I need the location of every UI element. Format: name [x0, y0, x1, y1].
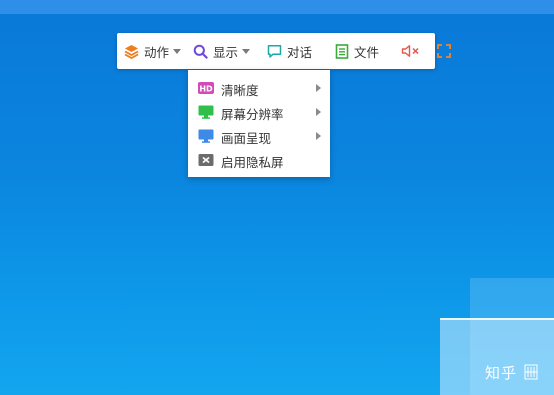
screen-icon — [198, 129, 214, 143]
chat-button[interactable]: 对话 — [267, 33, 312, 69]
windows-logo-pane — [440, 318, 554, 395]
chat-label: 对话 — [287, 44, 313, 60]
chevron-right-icon — [316, 108, 321, 116]
layers-icon — [124, 44, 139, 59]
speaker-muted-icon — [401, 44, 421, 58]
menu-item-label: 清晰度 — [221, 83, 259, 98]
file-label: 文件 — [354, 44, 380, 60]
display-dropdown-menu: HD 清晰度 屏幕分辨率 画面呈现 启用隐私屏 — [188, 70, 330, 177]
menu-item-resolution[interactable]: 屏幕分辨率 — [188, 100, 330, 124]
windows-logo-edge — [440, 318, 554, 320]
file-button[interactable]: 文件 — [335, 33, 379, 69]
action-menu-button[interactable]: 动作 — [124, 33, 182, 69]
watermark-glyph-icon — [524, 364, 538, 380]
menu-item-label: 画面呈现 — [221, 131, 272, 146]
fullscreen-icon — [437, 44, 451, 58]
menu-item-label: 启用隐私屏 — [221, 155, 284, 170]
remote-toolbar: 动作 显示 对话 文件 — [117, 33, 451, 69]
top-strip — [0, 0, 554, 14]
chevron-down-icon — [242, 48, 251, 54]
menu-item-rendering[interactable]: 画面呈现 — [188, 124, 330, 148]
hd-icon: HD — [198, 81, 214, 95]
privacy-screen-icon — [198, 153, 214, 167]
menu-item-label: 屏幕分辨率 — [221, 107, 284, 122]
mute-button[interactable] — [401, 33, 421, 69]
display-menu-button[interactable]: 显示 — [193, 33, 251, 69]
search-icon — [193, 44, 208, 59]
chat-bubble-icon — [267, 44, 282, 59]
svg-text:HD: HD — [199, 85, 213, 94]
document-icon — [335, 43, 349, 59]
fullscreen-button[interactable] — [437, 33, 451, 69]
monitor-icon — [198, 105, 214, 119]
chevron-right-icon — [316, 84, 321, 92]
menu-item-clarity[interactable]: HD 清晰度 — [188, 76, 330, 100]
display-label: 显示 — [213, 44, 239, 60]
chevron-down-icon — [173, 48, 182, 54]
watermark-text: 知乎 — [485, 364, 518, 382]
chevron-right-icon — [316, 132, 321, 140]
menu-item-privacy-screen[interactable]: 启用隐私屏 — [188, 148, 330, 172]
action-label: 动作 — [144, 44, 170, 60]
